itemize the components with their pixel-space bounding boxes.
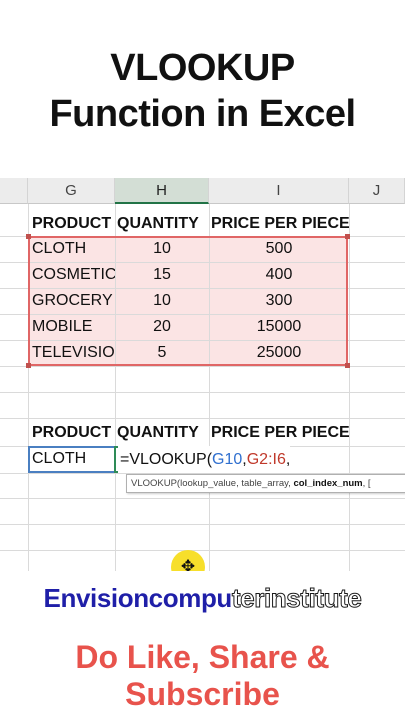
formula-arg-table: G2:I6 — [246, 451, 286, 468]
title-line-1: VLOOKUP — [110, 47, 295, 89]
formula-sep: , — [285, 451, 291, 468]
brand-watermark: Envisioncomputerinstitute — [0, 578, 405, 618]
title-line-2: Function in Excel — [49, 93, 356, 135]
tooltip-current-arg: col_index_num — [293, 478, 363, 489]
grid-line — [0, 418, 405, 419]
column-header-g[interactable]: G — [28, 178, 115, 204]
grid-line — [0, 392, 405, 393]
move-cursor-icon: ✥ — [180, 557, 196, 571]
range-highlight-border — [28, 236, 348, 366]
lookup-header-quantity[interactable]: QUANTITY — [115, 420, 209, 446]
formula-prefix: =VLOOKUP( — [120, 451, 213, 468]
lookup-header-product[interactable]: PRODUCT — [28, 420, 115, 446]
cta-line-2: Subscribe — [125, 676, 280, 712]
range-handle[interactable] — [26, 234, 31, 239]
function-tooltip: VLOOKUP(lookup_value, table_array, col_i… — [126, 474, 405, 493]
range-handle[interactable] — [26, 363, 31, 368]
header-cell-quantity[interactable]: QUANTITY — [115, 211, 209, 237]
formula-arg-lookup: G10 — [212, 451, 243, 468]
column-header-blank — [0, 178, 28, 204]
tooltip-rest: , [ — [362, 478, 371, 489]
cta-line-1: Do Like, Share & — [75, 639, 330, 675]
column-header-h[interactable]: H — [115, 178, 209, 204]
tooltip-signature: VLOOKUP(lookup_value, table_array, — [131, 478, 294, 489]
column-header-j[interactable]: J — [349, 178, 405, 204]
spreadsheet: G H I J PRODUCT QUANTITY PRICE PER PIECE… — [0, 178, 405, 571]
range-handle[interactable] — [345, 363, 350, 368]
grid-line — [0, 550, 405, 551]
lookup-header-price[interactable]: PRICE PER PIECE — [209, 420, 349, 446]
column-header-i[interactable]: I — [209, 178, 349, 204]
header-cell-product[interactable]: PRODUCT — [28, 211, 115, 237]
lookup-value-ref-border — [28, 446, 116, 473]
grid-line — [0, 498, 405, 499]
grid-line — [0, 524, 405, 525]
header-cell-price[interactable]: PRICE PER PIECE — [209, 211, 349, 237]
range-handle[interactable] — [345, 234, 350, 239]
brand-part-1: Envisioncompu — [43, 583, 233, 613]
brand-part-2: terinstitute — [231, 583, 362, 614]
formula-input-cell[interactable]: =VLOOKUP(G10,G2:I6, — [118, 446, 291, 473]
grid-line — [349, 204, 350, 571]
